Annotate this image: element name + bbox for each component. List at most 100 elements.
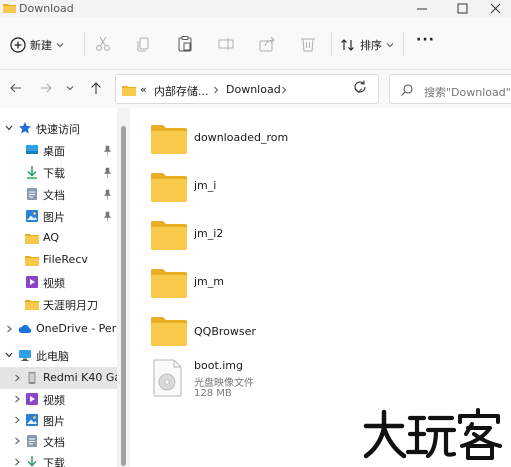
video-icon	[26, 393, 38, 405]
sidebar-scrollbar-thumb[interactable]	[121, 126, 126, 466]
download-icon	[27, 456, 37, 467]
close-icon[interactable]	[481, 0, 511, 18]
sidebar-item-download[interactable]: 下载	[0, 161, 117, 183]
address-bar[interactable]: « 内部存储... Download	[115, 74, 379, 104]
sidebar-item-redmi-k40[interactable]: Redmi K40 Gar	[0, 367, 117, 389]
list-item[interactable]: jm_i2	[150, 219, 430, 259]
watermark-logo	[363, 408, 502, 460]
sidebar-label: AQ	[43, 231, 59, 244]
star-icon	[19, 122, 31, 134]
video-icon	[26, 276, 38, 288]
chevron-right-icon[interactable]	[280, 86, 288, 94]
navigation-pane: 快速访问 桌面 下载 文档 图片 AQ FileRecv 视频 天涯明月刀 On…	[0, 108, 130, 467]
command-bar: 新建 排序 ···	[0, 18, 511, 70]
sidebar-label: 下载	[43, 167, 65, 180]
chevron-right-icon[interactable]	[212, 86, 220, 94]
new-button[interactable]: 新建	[10, 34, 64, 56]
sidebar-item-pictures[interactable]: 图片	[0, 205, 117, 227]
delete-icon[interactable]	[299, 35, 317, 53]
folder-icon	[25, 300, 39, 310]
sort-icon	[341, 39, 354, 51]
forward-arrow-icon[interactable]	[38, 80, 54, 96]
chevron-down-icon[interactable]	[4, 350, 14, 360]
picture-icon	[26, 210, 38, 222]
sidebar-label: OneDrive - Perso	[36, 322, 117, 335]
desktop-icon	[26, 145, 38, 154]
chevron-down-icon	[56, 43, 64, 48]
breadcrumb-download[interactable]: Download	[226, 83, 281, 96]
sidebar-item-onedrive[interactable]: OneDrive - Perso	[0, 318, 117, 340]
list-item[interactable]: jm_i	[150, 171, 430, 211]
picture-icon	[26, 414, 38, 426]
chevron-right-icon[interactable]	[12, 394, 22, 404]
folder-icon	[25, 256, 39, 266]
up-arrow-icon[interactable]	[88, 80, 104, 96]
folder-icon	[151, 221, 187, 250]
list-item[interactable]: downloaded_rom	[150, 123, 430, 163]
chevron-right-icon[interactable]	[12, 373, 22, 383]
minimize-icon[interactable]	[407, 0, 437, 18]
sidebar-item-pc-documents[interactable]: 文档	[0, 430, 117, 452]
file-type: 光盘映像文件	[194, 378, 254, 389]
document-icon	[27, 188, 37, 200]
maximize-icon[interactable]	[447, 0, 477, 18]
sidebar-item-aq[interactable]: AQ	[0, 227, 117, 249]
navigation-row: « 内部存储... Download 搜索"Download"	[0, 70, 511, 108]
sidebar-label: 图片	[43, 415, 65, 428]
sidebar-item-documents[interactable]: 文档	[0, 183, 117, 205]
folder-icon	[151, 317, 187, 346]
sidebar-item-quick-access[interactable]: 快速访问	[0, 117, 117, 139]
window-title: Download	[19, 2, 74, 15]
download-icon	[27, 166, 37, 179]
sidebar-item-filerecv[interactable]: FileRecv	[0, 249, 117, 271]
document-icon	[27, 435, 37, 447]
share-icon[interactable]	[258, 35, 276, 53]
sidebar-item-this-pc[interactable]: 此电脑	[0, 344, 117, 366]
pin-icon	[103, 167, 112, 178]
title-bar: Download	[0, 0, 511, 18]
breadcrumb-overflow[interactable]: «	[140, 83, 147, 96]
search-input[interactable]: 搜索"Download"	[389, 74, 511, 104]
chevron-right-icon[interactable]	[12, 457, 22, 467]
chevron-down-icon[interactable]	[4, 123, 14, 133]
toolbar-divider	[331, 32, 332, 56]
sidebar-label: 桌面	[43, 145, 65, 158]
sidebar-label: 文档	[43, 189, 65, 202]
paste-icon[interactable]	[176, 35, 194, 53]
refresh-icon[interactable]	[351, 78, 369, 96]
sidebar-label: 图片	[43, 211, 65, 224]
list-item[interactable]: boot.img 光盘映像文件 128 MB	[150, 359, 430, 411]
sidebar-item-videos[interactable]: 视频	[0, 271, 117, 293]
search-placeholder: 搜索"Download"	[424, 86, 511, 99]
copy-icon[interactable]	[135, 35, 153, 53]
chevron-down-icon	[386, 43, 394, 48]
sort-button[interactable]: 排序	[340, 34, 394, 56]
disc-image-icon	[153, 359, 182, 397]
sidebar-label: 下载	[43, 457, 65, 467]
sidebar-label: 天涯明月刀	[43, 299, 98, 312]
sort-label: 排序	[360, 39, 382, 52]
more-options-button[interactable]: ···	[416, 32, 435, 48]
chevron-right-icon[interactable]	[4, 324, 14, 334]
sidebar-item-desktop[interactable]: 桌面	[0, 139, 117, 161]
sidebar-item-pc-pictures[interactable]: 图片	[0, 409, 117, 431]
chevron-right-icon[interactable]	[12, 415, 22, 425]
breadcrumb-internal-storage[interactable]: 内部存储...	[154, 83, 209, 99]
chevron-right-icon[interactable]	[12, 436, 22, 446]
pin-icon	[103, 189, 112, 200]
list-item[interactable]: jm_m	[150, 267, 430, 307]
sidebar-label: 视频	[43, 277, 65, 290]
list-item[interactable]: QQBrowser	[150, 315, 430, 355]
rename-icon[interactable]	[217, 35, 235, 53]
back-arrow-icon[interactable]	[8, 80, 24, 96]
recent-chevron-icon[interactable]	[62, 80, 78, 96]
sidebar-item-tianya[interactable]: 天涯明月刀	[0, 293, 117, 315]
toolbar-divider	[403, 32, 404, 56]
folder-icon	[122, 86, 136, 96]
sidebar-item-pc-videos[interactable]: 视频	[0, 388, 117, 410]
file-name: QQBrowser	[194, 325, 256, 338]
sidebar-item-pc-download[interactable]: 下载	[0, 451, 117, 467]
folder-icon	[151, 125, 187, 154]
cut-icon[interactable]	[94, 35, 112, 53]
folder-icon	[25, 234, 39, 244]
